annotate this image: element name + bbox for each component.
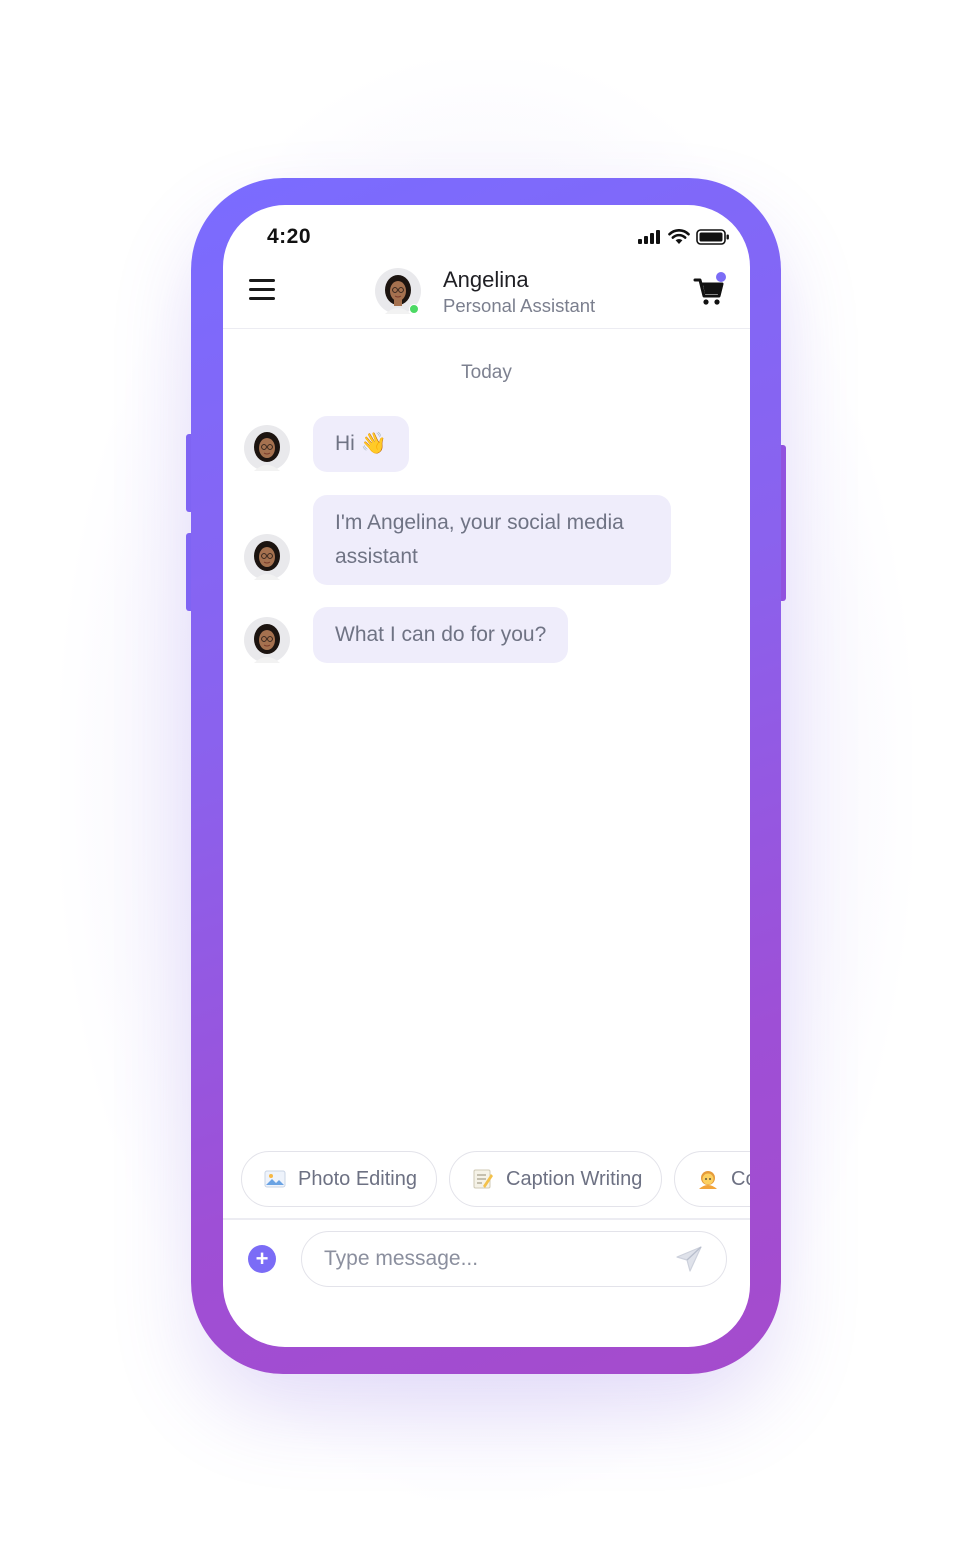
avatar [244,534,290,580]
message-input[interactable] [301,1231,727,1287]
phone-screen: 4:20 Angelina Personal Assistant Today H… [223,205,750,1347]
cart-badge [716,272,726,282]
chip-label: Caption Writing [506,1167,643,1190]
status-time: 4:20 [267,225,312,248]
chip-label: Photo Editing [298,1167,417,1190]
menu-button[interactable] [249,279,275,303]
chat-header: Angelina Personal Assistant [223,263,750,329]
person-icon [699,1171,717,1189]
battery-icon [696,229,729,245]
avatar [244,425,290,471]
avatar [244,617,290,663]
date-separator: Today [461,362,512,383]
menu-icon-line [249,297,275,300]
send-icon[interactable] [675,1245,703,1273]
message-text: I'm Angelina, your social media assistan… [335,511,624,568]
message-text: What I can do for you? [335,623,547,646]
contact-name: Angelina [443,267,529,292]
contact-role: Personal Assistant [443,295,596,316]
plus-icon: + [255,1246,269,1271]
message-bubble: Hi 👋 [313,416,409,472]
composer-divider [223,1218,750,1220]
message-bubble: What I can do for you? [313,607,569,663]
chip-label: Co [731,1167,750,1190]
message-text: Hi [335,432,355,455]
menu-icon [249,279,275,282]
memo-icon [473,1169,493,1189]
wifi-icon [668,229,690,244]
waving-hand-icon: 👋 [360,432,387,455]
picture-icon [264,1170,286,1188]
chip-photo-editing[interactable]: Photo Editing [241,1151,437,1207]
chip-caption-writing[interactable]: Caption Writing [449,1151,662,1207]
chip-co[interactable]: Co [674,1151,750,1207]
status-icons [638,229,730,245]
message-bubble: I'm Angelina, your social media assistan… [313,495,671,585]
signal-icon [638,230,660,244]
add-attachment-button[interactable]: + [248,1245,276,1273]
menu-icon-line [249,288,275,291]
online-status-dot [409,304,419,314]
